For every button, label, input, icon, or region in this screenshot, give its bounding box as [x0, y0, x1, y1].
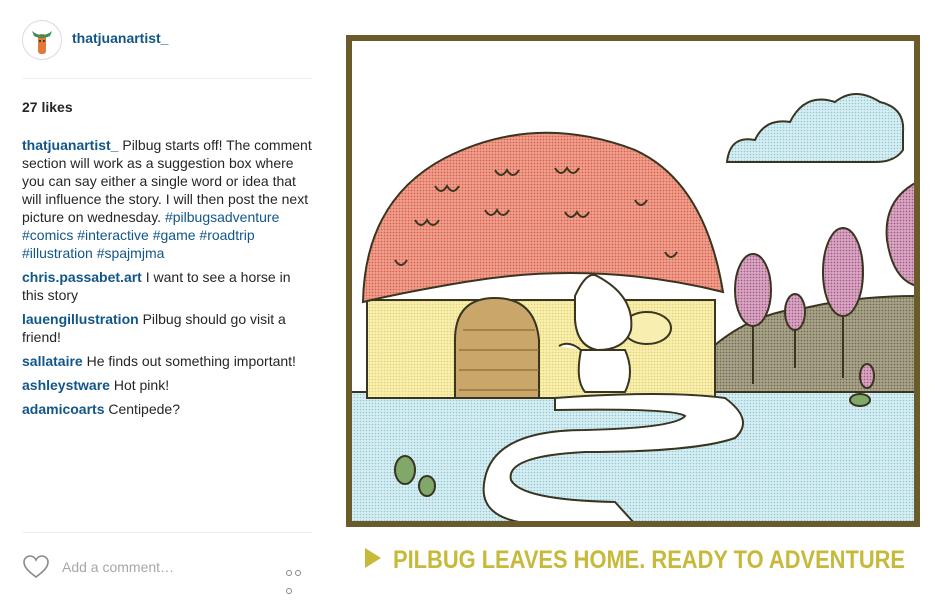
comment-caption: thatjuanartist_ Pilbug starts off! The c…: [22, 136, 312, 262]
heart-icon[interactable]: [22, 553, 50, 581]
post-author-username[interactable]: thatjuanartist_: [72, 30, 168, 46]
comment-item: chris.passabet.art I want to see a horse…: [22, 268, 312, 304]
comment-item: lauengillustration Pilbug should go visi…: [22, 310, 312, 346]
dot: [286, 588, 292, 594]
likes-count[interactable]: 27 likes: [22, 99, 73, 115]
comment-username[interactable]: ashleystware: [22, 377, 110, 393]
dot: [295, 570, 301, 576]
comment-text: He finds out something important!: [86, 353, 296, 369]
comment-item: ashleystware Hot pink!: [22, 376, 312, 394]
post-header: thatjuanartist_: [22, 20, 312, 79]
comment-username[interactable]: adamicoarts: [22, 401, 104, 417]
play-triangle-icon: [365, 548, 381, 568]
post-footer: [22, 532, 312, 601]
post-photo[interactable]: PILBUG LEAVES HOME. READY TO ADVENTURE: [335, 0, 935, 600]
post-sidebar: thatjuanartist_ 27 likes thatjuanartist_…: [0, 0, 335, 600]
comment-list: thatjuanartist_ Pilbug starts off! The c…: [22, 136, 312, 424]
avatar[interactable]: [22, 20, 62, 60]
comment-item: sallataire He finds out something import…: [22, 352, 312, 370]
comment-username[interactable]: chris.passabet.art: [22, 269, 142, 285]
comment-username[interactable]: thatjuanartist_: [22, 137, 118, 153]
comic-illustration: PILBUG LEAVES HOME. READY TO ADVENTURE: [346, 35, 920, 574]
dot: [286, 570, 292, 576]
comment-text: Centipede?: [108, 401, 180, 417]
avatar-icon: [32, 31, 52, 54]
comic-caption: PILBUG LEAVES HOME. READY TO ADVENTURE: [393, 546, 905, 574]
comment-item: adamicoarts Centipede?: [22, 400, 312, 418]
comment-username[interactable]: sallataire: [22, 353, 83, 369]
comment-username[interactable]: lauengillustration: [22, 311, 139, 327]
comment-text: Hot pink!: [113, 377, 170, 393]
add-comment-input[interactable]: [62, 559, 272, 575]
more-options-icon[interactable]: [286, 563, 312, 594]
